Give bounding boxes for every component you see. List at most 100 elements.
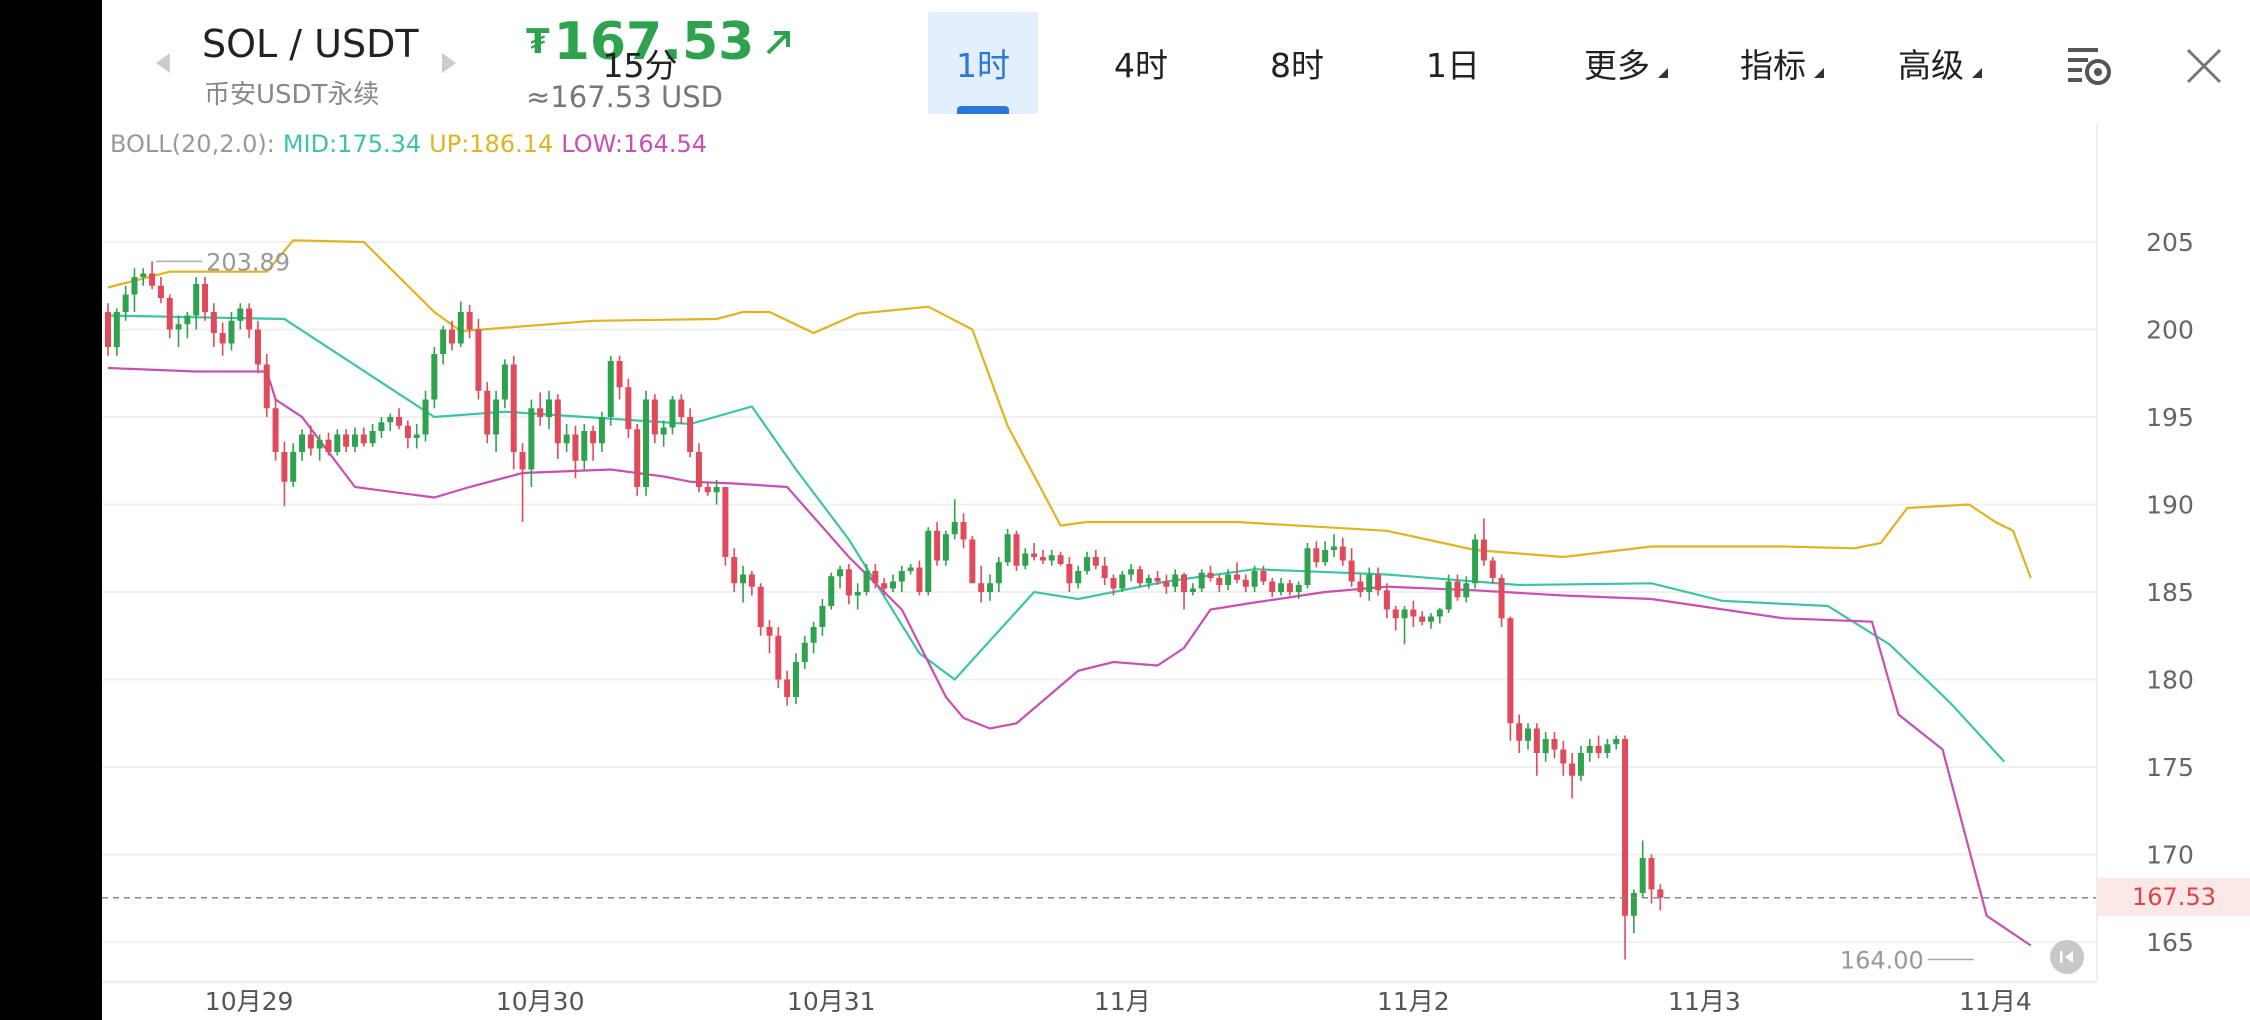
x-tick-label: 10月29 xyxy=(205,987,294,1016)
candle-body xyxy=(484,390,491,435)
candle-body xyxy=(669,399,676,428)
candle-body xyxy=(1198,572,1205,589)
candle-body xyxy=(1251,571,1258,587)
skip-to-end-icon xyxy=(2060,951,2073,963)
tab-15m[interactable]: 15分 xyxy=(562,12,718,114)
tab-4h[interactable]: 4时 xyxy=(1086,12,1196,114)
candle-body xyxy=(704,487,711,493)
candle-body xyxy=(175,324,182,330)
candle-body xyxy=(1242,579,1249,587)
chart-settings-icon xyxy=(2068,48,2111,85)
tether-currency-symbol: ₮ xyxy=(526,22,550,62)
candle-body xyxy=(819,606,826,627)
close-button[interactable] xyxy=(2176,38,2232,94)
caret-left-icon xyxy=(156,53,170,73)
candle-body xyxy=(1119,574,1126,589)
candle-body xyxy=(872,571,879,584)
candle-body xyxy=(290,452,297,482)
min-price-label: 164.00 xyxy=(1840,947,1924,975)
candle-body xyxy=(369,431,376,444)
dropdown-corner-icon xyxy=(1814,68,1824,78)
candle-body xyxy=(1392,609,1399,619)
candle-body xyxy=(678,399,685,417)
candle-body xyxy=(281,452,288,482)
candle-body xyxy=(916,567,923,592)
candle-body xyxy=(510,364,517,452)
candle-body xyxy=(1586,746,1593,753)
y-tick-label: 190 xyxy=(2146,491,2194,520)
tab-label: 高级 xyxy=(1898,46,1964,85)
y-tick-label: 205 xyxy=(2146,228,2194,257)
candle-body xyxy=(810,627,817,643)
candle-body xyxy=(351,434,358,447)
tab-1h[interactable]: 1时 xyxy=(928,12,1038,114)
candle-body xyxy=(1092,557,1099,566)
candle-body xyxy=(1066,564,1073,584)
candlestick-chart[interactable]: 205 200 195 190 185 180 175 170 165 10月29 10月30 10月… xyxy=(102,124,2250,1020)
next-symbol-button[interactable] xyxy=(438,48,460,78)
candle-body xyxy=(554,399,561,444)
candle-body xyxy=(1613,739,1620,745)
candle-body xyxy=(105,312,111,347)
tab-more[interactable]: 更多 xyxy=(1552,12,1682,114)
candle-body xyxy=(1507,618,1514,724)
candle-body xyxy=(210,312,217,333)
tab-label: 指标 xyxy=(1740,46,1806,85)
candle-body xyxy=(854,592,861,596)
tab-indicators[interactable]: 指标 xyxy=(1708,12,1838,114)
candle-body xyxy=(1260,571,1267,582)
candle-body xyxy=(625,387,632,430)
scroll-to-latest-button[interactable] xyxy=(2050,940,2084,974)
candle-body xyxy=(1286,583,1293,592)
candle-body xyxy=(713,487,720,493)
candle-body xyxy=(881,583,888,589)
candle-body xyxy=(590,431,597,444)
x-tick-label: 10月31 xyxy=(787,987,876,1016)
candle-body xyxy=(1031,553,1038,557)
candle-body xyxy=(1445,581,1452,610)
tab-1d[interactable]: 1日 xyxy=(1398,12,1508,114)
candle-body xyxy=(1472,539,1479,584)
candle-body xyxy=(1657,889,1664,898)
candle-body xyxy=(501,364,508,400)
candle-body xyxy=(1595,746,1602,753)
candle-body xyxy=(1639,858,1646,893)
tab-label: 1时 xyxy=(956,46,1010,85)
candle-body xyxy=(166,298,173,330)
candle-body xyxy=(1269,581,1276,592)
candle-body xyxy=(572,434,579,461)
candle-body xyxy=(457,312,464,344)
candle-body xyxy=(228,320,235,344)
candle-body xyxy=(343,434,350,447)
candle-body xyxy=(907,567,914,571)
candle-body xyxy=(263,364,270,409)
candle-body xyxy=(1172,574,1179,587)
candle-body xyxy=(1648,858,1655,890)
max-price-label: 203.89 xyxy=(206,248,290,276)
candle-body xyxy=(1278,583,1285,592)
candle-body xyxy=(969,539,976,584)
symbol-name[interactable]: SOL / USDT xyxy=(202,22,419,66)
candle-body xyxy=(1542,739,1549,753)
candle-body xyxy=(219,333,226,344)
candle-body xyxy=(157,285,164,298)
candle-body xyxy=(995,562,1002,584)
candle-body xyxy=(528,408,535,470)
candle-body xyxy=(246,308,253,330)
tab-8h[interactable]: 8时 xyxy=(1242,12,1352,114)
candle-body xyxy=(942,534,949,561)
chart-settings-button[interactable] xyxy=(2062,38,2118,94)
candle-body xyxy=(475,329,482,391)
candle-body xyxy=(184,315,191,325)
tab-advanced[interactable]: 高级 xyxy=(1866,12,1996,114)
candle-body xyxy=(1101,565,1108,578)
candle-body xyxy=(1039,557,1046,561)
candle-body xyxy=(1075,571,1082,584)
candle-body xyxy=(1569,763,1576,776)
candle-body xyxy=(466,312,473,330)
candle-body xyxy=(1533,728,1540,753)
candle-body xyxy=(1401,609,1408,619)
previous-symbol-button[interactable] xyxy=(152,48,174,78)
candle-body xyxy=(1604,744,1611,753)
candle-body xyxy=(731,557,738,584)
